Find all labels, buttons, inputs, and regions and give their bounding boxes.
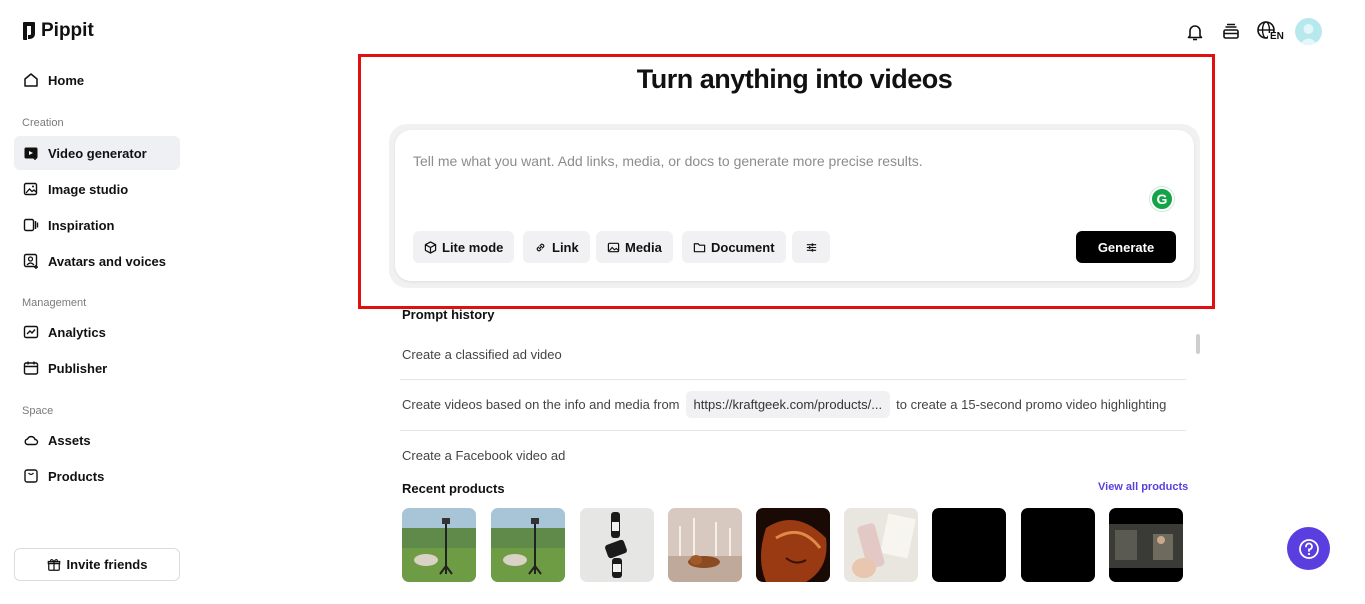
stack-icon <box>1223 23 1239 39</box>
inspiration-icon <box>23 218 39 232</box>
product-image <box>402 508 476 582</box>
sidebar-item-video-generator[interactable]: Video generator <box>14 136 180 170</box>
analytics-icon <box>23 325 39 339</box>
app-name: Pippit <box>41 20 94 41</box>
section-label-space: Space <box>22 405 54 417</box>
avatar[interactable] <box>1295 18 1322 45</box>
product-thumbnail[interactable] <box>668 508 742 582</box>
section-label-management: Management <box>22 297 87 309</box>
sidebar-item-image-studio[interactable]: Image studio <box>14 172 180 206</box>
sidebar-item-assets[interactable]: Assets <box>14 423 180 457</box>
sidebar-item-publisher[interactable]: Publisher <box>14 351 180 385</box>
sidebar-item-analytics[interactable]: Analytics <box>14 315 180 349</box>
sidebar-item-avatars-voices[interactable]: Avatars and voices <box>14 244 180 278</box>
sidebar: Pippit Home Creation Video generator Ima… <box>0 0 195 604</box>
notifications-button[interactable] <box>1183 20 1207 44</box>
bell-icon <box>1187 25 1203 41</box>
product-image <box>756 508 830 582</box>
prompt-history-item[interactable]: Create a Facebook video ad <box>402 448 565 463</box>
divider <box>400 379 1186 380</box>
user-avatar-icon <box>1299 24 1318 45</box>
image-sparkle-icon <box>23 182 38 196</box>
product-thumbnail[interactable] <box>491 508 565 582</box>
video-plus-icon <box>24 147 38 160</box>
help-button[interactable] <box>1287 527 1330 570</box>
recent-products-title: Recent products <box>402 481 505 496</box>
sidebar-item-home[interactable]: Home <box>14 63 180 97</box>
section-label-creation: Creation <box>22 117 64 129</box>
subscription-button[interactable] <box>1219 20 1243 44</box>
language-button[interactable]: EN <box>1256 20 1284 44</box>
prompt-history-item[interactable]: Create videos based on the info and medi… <box>402 390 1186 418</box>
calendar-icon <box>23 361 39 375</box>
product-image <box>1109 508 1183 582</box>
sidebar-item-products[interactable]: Products <box>14 459 180 493</box>
avatar-plus-icon <box>23 253 38 269</box>
product-thumbnail[interactable] <box>756 508 830 582</box>
product-thumbnail[interactable] <box>1021 508 1095 582</box>
divider <box>400 430 1186 431</box>
product-image <box>491 508 565 582</box>
pippit-logo-icon <box>23 22 35 40</box>
gift-icon <box>47 558 60 571</box>
product-thumbnail[interactable] <box>580 508 654 582</box>
product-thumbnail[interactable] <box>932 508 1006 582</box>
language-code: EN <box>1270 31 1284 42</box>
product-thumbnail[interactable] <box>402 508 476 582</box>
product-image <box>668 508 742 582</box>
prompt-history-scrollbar[interactable] <box>1196 334 1200 354</box>
view-all-products-link[interactable]: View all products <box>1098 481 1188 493</box>
product-thumbnail[interactable] <box>1109 508 1183 582</box>
url-chip: https://kraftgeek.com/products/... <box>685 390 891 418</box>
prompt-history-title: Prompt history <box>402 307 495 322</box>
product-image <box>580 508 654 582</box>
sidebar-item-inspiration[interactable]: Inspiration <box>14 208 180 242</box>
home-icon <box>24 73 38 87</box>
prompt-history-item[interactable]: Create a classified ad video <box>402 347 562 362</box>
invite-friends-button[interactable]: Invite friends <box>14 548 180 581</box>
product-thumbnail[interactable] <box>844 508 918 582</box>
product-box-icon <box>24 469 38 483</box>
question-icon <box>1298 538 1319 559</box>
highlight-annotation <box>358 54 1215 309</box>
cloud-icon <box>24 435 39 446</box>
pippit-logo[interactable]: Pippit <box>22 20 94 42</box>
product-image <box>844 508 918 582</box>
